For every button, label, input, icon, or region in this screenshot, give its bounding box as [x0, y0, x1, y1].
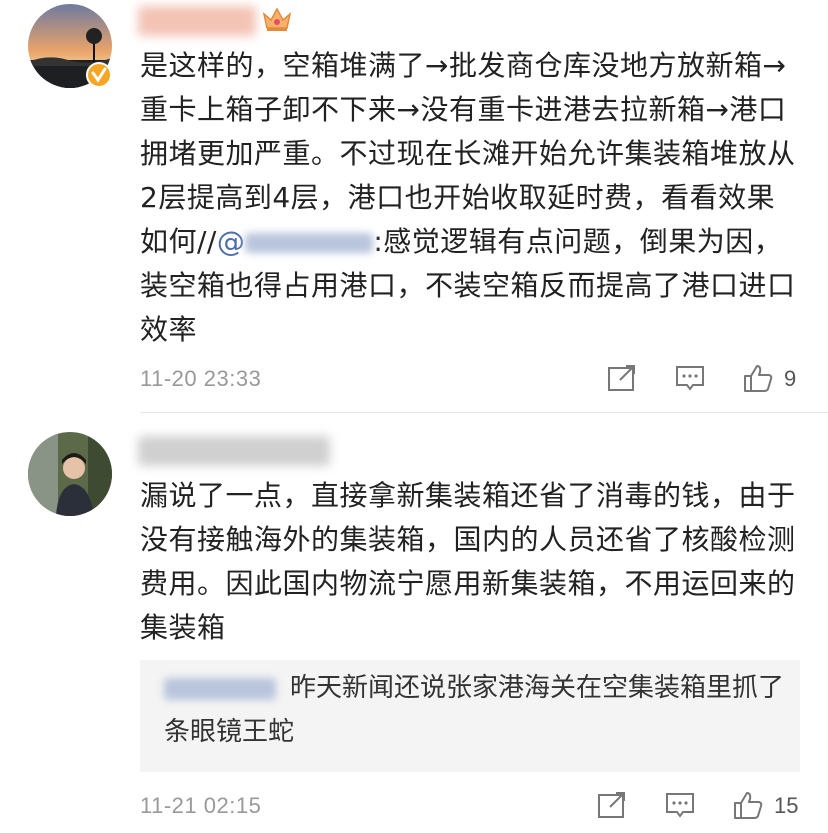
- comment-1-time: 11-20 23:33: [140, 366, 262, 391]
- share-icon[interactable]: [606, 362, 638, 394]
- mention-link[interactable]: @: [217, 225, 374, 258]
- like-icon[interactable]: [732, 789, 764, 821]
- verified-badge-icon: [86, 62, 112, 88]
- reply-author-blurred[interactable]: [164, 677, 276, 700]
- comment-2-time: 11-21 02:15: [140, 793, 262, 818]
- reply-box[interactable]: 昨天新闻还说张家港海关在空集装箱里抓了条眼镜王蛇: [140, 660, 800, 772]
- comment-2-text: 漏说了一点，直接拿新集装箱还省了消毒的钱，由于没有接触海外的集装箱，国内的人员还…: [140, 479, 796, 644]
- avatar-user-2[interactable]: [28, 432, 112, 516]
- username-blurred[interactable]: [138, 6, 256, 36]
- like-count: 9: [784, 366, 797, 391]
- comment-1-text: 是这样的，空箱堆满了→批发商仓库没地方放新箱→重卡上箱子卸不下来→没有重卡进港去…: [140, 44, 800, 352]
- username-blurred[interactable]: [138, 436, 330, 466]
- mention-name-blurred: [245, 233, 374, 253]
- share-icon[interactable]: [596, 789, 628, 821]
- person-photo-icon: [28, 432, 112, 516]
- comment-icon[interactable]: [664, 789, 696, 821]
- like-count: 15: [774, 793, 799, 818]
- crown-icon: [262, 6, 292, 32]
- like-icon[interactable]: [742, 362, 774, 394]
- reply-text: 昨天新闻还说张家港海关在空集装箱里抓了条眼镜王蛇: [164, 666, 784, 754]
- comment-icon[interactable]: [674, 362, 706, 394]
- divider: [140, 412, 828, 413]
